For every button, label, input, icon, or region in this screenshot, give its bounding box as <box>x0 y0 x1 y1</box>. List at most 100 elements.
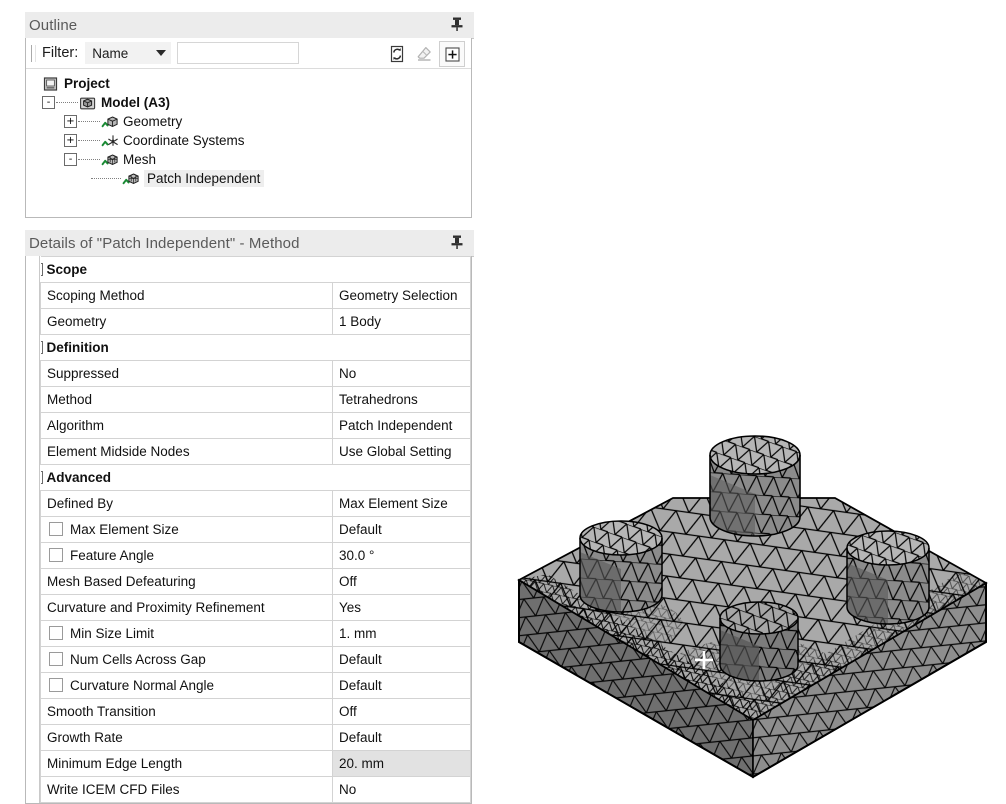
details-property-name: Element Midside Nodes <box>40 438 333 465</box>
outline-panel: Outline Filter: Name Project - Model (A3… <box>25 12 474 220</box>
details-property-name-text: Curvature and Proximity Refinement <box>47 600 265 615</box>
details-section-row: -Advanced <box>40 464 471 491</box>
details-property-row[interactable]: Min Size Limit 1. mm <box>40 620 471 647</box>
details-property-value[interactable]: Geometry Selection <box>332 282 471 309</box>
details-property-value[interactable]: No <box>332 360 471 387</box>
details-property-name: Defined By <box>40 490 333 517</box>
details-property-name-text: Suppressed <box>47 366 120 381</box>
details-property-row[interactable]: Write ICEM CFD Files No <box>40 776 471 803</box>
tree-item-label: Patch Independent <box>144 170 265 187</box>
details-property-value[interactable]: Off <box>332 568 471 595</box>
details-property-name: Max Element Size <box>40 516 333 543</box>
tree-item-patch-independent[interactable]: Patch Independent <box>34 169 471 188</box>
collapse-toggle-icon[interactable]: - <box>64 153 77 166</box>
details-section-row: -Scope <box>40 256 471 283</box>
pushpin-icon[interactable] <box>450 234 464 250</box>
tree-item-mesh[interactable]: - Mesh <box>34 150 471 169</box>
expand-all-icon[interactable] <box>439 41 465 67</box>
details-property-name-text: Geometry <box>47 314 107 329</box>
checkbox-icon[interactable] <box>49 548 63 562</box>
tree-item-model[interactable]: - Model (A3) <box>34 93 471 112</box>
pushpin-icon[interactable] <box>450 16 464 32</box>
tree-connector <box>56 101 78 104</box>
details-section-text: Scope <box>46 262 88 277</box>
details-panel-title: Details of "Patch Independent" - Method <box>29 234 300 252</box>
details-property-value[interactable]: 1 Body <box>332 308 471 335</box>
details-property-row[interactable]: Defined By Max Element Size <box>40 490 471 517</box>
outline-panel-title: Outline <box>29 16 78 34</box>
details-property-row[interactable]: Method Tetrahedrons <box>40 386 471 413</box>
filter-search-input[interactable] <box>177 42 300 64</box>
section-collapse-icon[interactable]: - <box>40 471 43 484</box>
details-property-row[interactable]: Max Element Size Default <box>40 516 471 543</box>
details-property-row[interactable]: Growth Rate Default <box>40 724 471 751</box>
details-property-name: Curvature and Proximity Refinement <box>40 594 333 621</box>
details-property-row[interactable]: Scoping Method Geometry Selection <box>40 282 471 309</box>
tree-connector <box>91 177 121 180</box>
tree-item-geometry[interactable]: + Geometry <box>34 112 471 131</box>
details-property-value[interactable]: Tetrahedrons <box>332 386 471 413</box>
details-property-name: Mesh Based Defeaturing <box>40 568 333 595</box>
details-section-label: -Scope <box>40 256 471 283</box>
checkbox-icon[interactable] <box>49 678 63 692</box>
details-property-row[interactable]: Suppressed No <box>40 360 471 387</box>
details-property-name-text: Max Element Size <box>70 522 179 537</box>
details-property-name-text: Write ICEM CFD Files <box>47 782 180 797</box>
details-property-name: Curvature Normal Angle <box>40 672 333 699</box>
details-property-row[interactable]: Num Cells Across Gap Default <box>40 646 471 673</box>
eraser-icon[interactable] <box>412 42 436 66</box>
details-property-value[interactable]: Max Element Size <box>332 490 471 517</box>
mesh-3d-view[interactable] <box>505 420 1000 780</box>
tree-connector <box>78 120 100 123</box>
refresh-icon[interactable] <box>385 42 409 66</box>
details-property-row[interactable]: Feature Angle 30.0 ° <box>40 542 471 569</box>
filter-criteria-dropdown[interactable]: Name <box>85 42 172 64</box>
details-property-row[interactable]: Smooth Transition Off <box>40 698 471 725</box>
details-section-label: -Advanced <box>40 464 471 491</box>
details-property-row[interactable]: Element Midside Nodes Use Global Setting <box>40 438 471 465</box>
details-property-name: Algorithm <box>40 412 333 439</box>
expand-toggle-icon[interactable]: + <box>64 115 77 128</box>
details-property-value[interactable]: Default <box>332 672 471 699</box>
details-property-row[interactable]: Curvature and Proximity Refinement Yes <box>40 594 471 621</box>
details-property-value[interactable]: No <box>332 776 471 803</box>
tree-connector <box>78 158 100 161</box>
details-property-value[interactable]: 20. mm <box>332 750 471 777</box>
details-property-row[interactable]: Algorithm Patch Independent <box>40 412 471 439</box>
details-property-name: Min Size Limit <box>40 620 333 647</box>
details-property-value[interactable]: Default <box>332 724 471 751</box>
details-property-value[interactable]: Off <box>332 698 471 725</box>
details-property-value[interactable]: 30.0 ° <box>332 542 471 569</box>
geometry-icon <box>101 114 119 130</box>
details-property-value[interactable]: 1. mm <box>332 620 471 647</box>
outline-body: Filter: Name Project - Model (A3) + Geom… <box>25 38 472 218</box>
project-icon <box>42 76 60 92</box>
details-property-value[interactable]: Default <box>332 516 471 543</box>
chevron-down-icon <box>156 50 167 56</box>
details-section-text: Advanced <box>46 470 112 485</box>
checkbox-icon[interactable] <box>49 652 63 666</box>
details-property-row[interactable]: Curvature Normal Angle Default <box>40 672 471 699</box>
checkbox-icon[interactable] <box>49 522 63 536</box>
details-property-table: -ScopeScoping MethodGeometry SelectionGe… <box>40 256 471 803</box>
section-collapse-icon[interactable]: - <box>40 263 43 276</box>
checkbox-icon[interactable] <box>49 626 63 640</box>
details-property-value[interactable]: Patch Independent <box>332 412 471 439</box>
tree-item-label: Model (A3) <box>101 95 170 110</box>
tree-item-coordinate-systems[interactable]: + Coordinate Systems <box>34 131 471 150</box>
expand-toggle-icon[interactable]: + <box>64 134 77 147</box>
tree-item-project[interactable]: Project <box>34 74 471 93</box>
details-property-name: Minimum Edge Length <box>40 750 333 777</box>
collapse-toggle-icon[interactable]: - <box>42 96 55 109</box>
details-property-row[interactable]: Minimum Edge Length 20. mm <box>40 750 471 777</box>
tree-item-label: Coordinate Systems <box>123 133 245 148</box>
toolbar-grip[interactable] <box>31 44 36 62</box>
details-property-row[interactable]: Mesh Based Defeaturing Off <box>40 568 471 595</box>
details-property-row[interactable]: Geometry 1 Body <box>40 308 471 335</box>
details-property-name-text: Feature Angle <box>70 548 155 563</box>
section-collapse-icon[interactable]: - <box>40 341 43 354</box>
details-property-name-text: Method <box>47 392 93 407</box>
details-property-value[interactable]: Default <box>332 646 471 673</box>
details-property-value[interactable]: Yes <box>332 594 471 621</box>
details-property-value[interactable]: Use Global Setting <box>332 438 471 465</box>
